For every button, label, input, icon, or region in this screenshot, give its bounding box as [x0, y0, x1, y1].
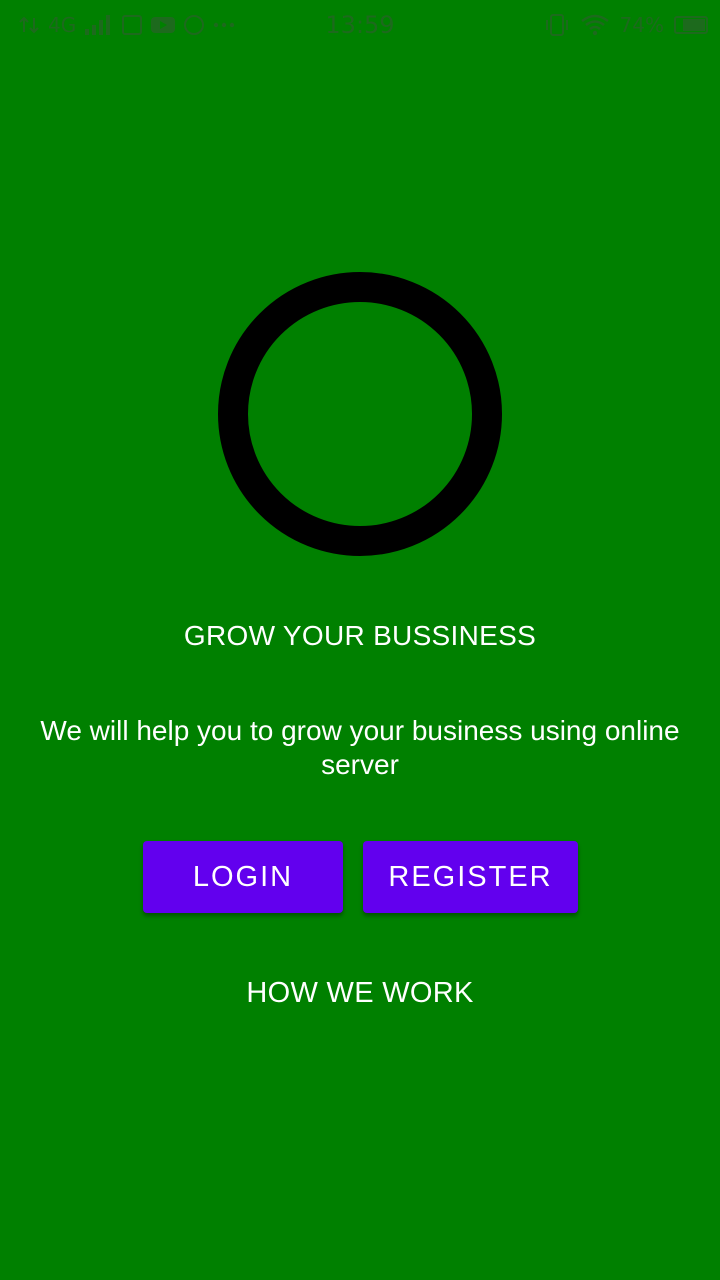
vibrate-icon: [544, 13, 570, 37]
wifi-icon: [580, 13, 610, 37]
status-bar: 4G 13:59 74%: [0, 0, 720, 50]
register-button[interactable]: REGISTER: [363, 841, 578, 913]
battery-percent: 74%: [619, 13, 664, 37]
battery-icon: [674, 16, 708, 34]
headline: GROW YOUR BUSSINESS: [183, 620, 537, 651]
loading-ring: [218, 272, 502, 556]
how-we-work-link[interactable]: HOW WE WORK: [0, 972, 720, 1014]
login-button[interactable]: LOGIN: [143, 841, 343, 913]
description-text: We will help you to grow your business u…: [40, 715, 680, 780]
status-bar-right: 74%: [544, 10, 708, 40]
